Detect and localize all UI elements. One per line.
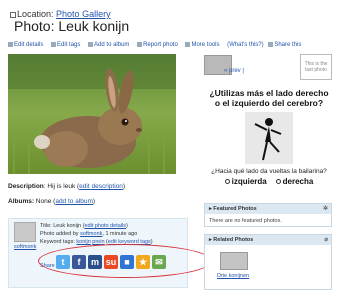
radio-icon [224,179,230,185]
ad-options: izquierda derecha [206,177,332,186]
ad-question: ¿Utilizas más el lado derecho o el izqui… [209,88,329,108]
share-icon [268,42,274,47]
add-to-album-link[interactable]: add to album [55,198,93,205]
whats-this-link[interactable]: (What's this?) [227,42,264,48]
paperclip-icon[interactable]: ⌀ [324,236,328,243]
option-left[interactable]: izquierda [224,177,267,186]
info-added-line: Photo added by softmonk, 1 minute ago [40,231,138,237]
edit-tags-button[interactable]: Edit tags [51,42,83,48]
albums-close: ) [92,198,96,205]
user-avatar[interactable] [14,222,36,242]
dancer-image [245,112,293,164]
featured-photos-text: There are no featured photos. [209,218,282,224]
prev-link[interactable]: « prev | [224,68,244,74]
related-photo-thumbnail[interactable] [220,252,248,270]
add-to-album-button[interactable]: Add to album [88,42,132,48]
albums-text: None ( [34,198,56,205]
featured-photos-header[interactable]: ▸ Featured Photos ✲ [205,204,331,214]
description-text: : Hij is leuk ( [43,183,80,190]
settings-icon[interactable]: ✲ [323,205,328,212]
share-this-button[interactable]: Share this [268,42,304,48]
radio-icon [275,179,281,185]
albums-label: Albums: [8,198,34,205]
related-photos-header[interactable]: ▸ Related Photos ⌀ [205,235,331,245]
dancer-silhouette-icon [254,118,282,161]
description-row: Description: Hij is leuk (edit descripti… [8,183,125,190]
albums-row: Albums: None (add to album) [8,198,95,205]
main-photo[interactable] [8,54,176,174]
edit-photo-details-link[interactable]: edit photo details [84,223,126,229]
flag-icon [137,42,143,47]
highlight-ellipse [38,244,212,278]
featured-photos-panel: ▸ Featured Photos ✲ There are no featured… [204,203,332,227]
photo-info-lines: Title: Leuk konijn (edit photo details) … [40,222,153,246]
report-photo-button[interactable]: Report photo [137,42,181,48]
avatar-username: softmonk [14,244,37,250]
edit-icon [8,42,13,47]
ad-question-2: ¿Hacia qué lado da vueltas la bailarina? [211,168,327,175]
album-icon [88,42,94,47]
more-tools-button[interactable]: More tools [185,42,222,48]
ad-banner[interactable]: ¿Utilizas más el lado derecho o el izqui… [206,88,332,198]
tools-icon [185,42,191,47]
description-label: Description [8,183,44,190]
edit-description-link[interactable]: edit description [79,183,123,190]
option-right[interactable]: derecha [275,177,313,186]
tag-icon [51,42,57,47]
edit-details-button[interactable]: Edit details [8,42,46,48]
user-link[interactable]: softmonk [80,231,102,237]
related-photo-label[interactable]: Drie konijnen [217,273,249,279]
tag-link-konijn[interactable]: konijn [76,239,90,245]
info-title-line: Title: Leuk konijn (edit photo details) [40,223,128,229]
last-photo-box: This is the last photo [300,54,332,80]
photo-toolbar: Edit details Edit tags Add to album Repo… [8,42,307,48]
rabbit-photo-image [8,54,176,174]
page-title: Photo: Leuk konijn [14,18,130,34]
description-close: ) [122,183,126,190]
location-icon [10,11,16,18]
